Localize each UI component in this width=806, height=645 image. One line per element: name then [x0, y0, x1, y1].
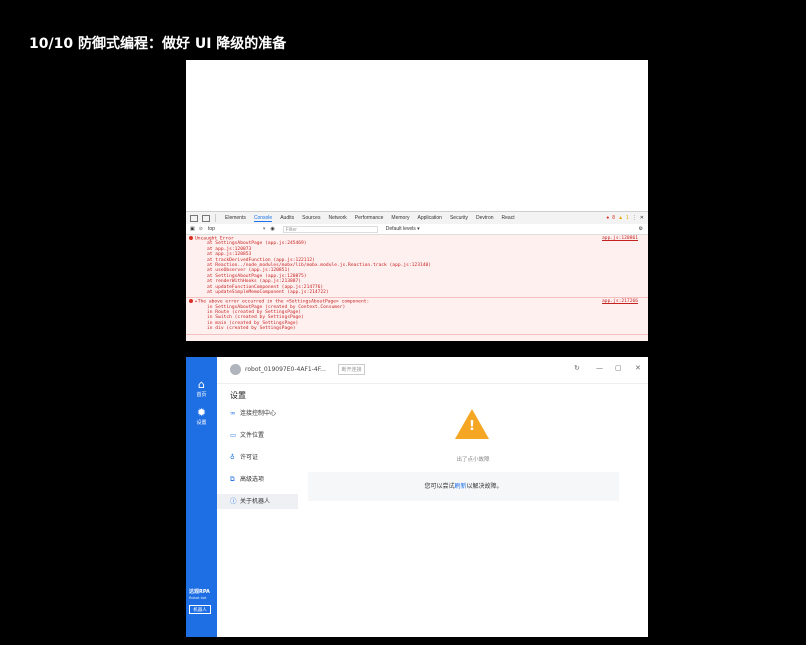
- tab-network[interactable]: Network: [328, 215, 346, 221]
- tab-elements[interactable]: Elements: [225, 215, 246, 221]
- hint-text: 您可以尝试: [424, 483, 455, 490]
- settings-gear-icon[interactable]: ⚙: [639, 226, 643, 232]
- robot-name: robot_019097E0-4AF1-4F...: [245, 366, 326, 373]
- refresh-link[interactable]: 刷新: [454, 483, 466, 490]
- device-toggle-icon[interactable]: [202, 214, 210, 222]
- hint-text: 以解决故障。: [466, 483, 503, 490]
- link-icon: ∞: [230, 409, 236, 417]
- blank-page-area: [186, 60, 648, 211]
- brand-name: 达观RPA: [189, 589, 210, 595]
- robot-avatar: [230, 364, 241, 375]
- tab-application[interactable]: Application: [417, 215, 441, 221]
- warning-icon: ▲: [618, 215, 624, 221]
- sidebar-item-settings[interactable]: ✹ 设置: [186, 406, 217, 427]
- clear-console-icon[interactable]: ⊘: [199, 226, 203, 232]
- tab-react[interactable]: React: [502, 215, 515, 221]
- error-caption: 出了点小故障: [456, 457, 490, 463]
- refresh-icon[interactable]: ↻: [574, 364, 580, 372]
- close-icon[interactable]: ✕: [640, 215, 644, 221]
- log-levels-select[interactable]: Default levels ▾: [386, 226, 420, 232]
- tab-memory[interactable]: Memory: [391, 215, 409, 221]
- menu-item-label: 文件位置: [240, 432, 265, 439]
- menu-item-label: 连接控制中心: [240, 410, 277, 417]
- inspect-icon[interactable]: [190, 214, 198, 222]
- menu-item-license[interactable]: ♁ 许可证: [217, 450, 298, 465]
- devtools-screenshot: Elements Console Audits Sources Network …: [186, 60, 648, 341]
- menu-item-control-center[interactable]: ∞ 连接控制中心: [217, 406, 298, 421]
- minimize-icon[interactable]: —: [596, 364, 603, 372]
- tab-devtron[interactable]: Devtron: [476, 215, 494, 221]
- brand-subtitle: Robot bot: [189, 596, 207, 600]
- home-icon: ⌂: [198, 378, 205, 391]
- menu-item-about-robot[interactable]: ⓘ 关于机器人: [217, 494, 298, 509]
- maximize-icon[interactable]: ▢: [615, 364, 622, 372]
- sidebar-item-label: 首页: [196, 392, 207, 398]
- slide-title: 10/10 防御式编程：做好 UI 降级的准备: [29, 36, 287, 52]
- close-icon[interactable]: ✕: [635, 364, 641, 372]
- more-icon[interactable]: ⋮: [632, 215, 637, 221]
- console-output: Uncaught Error at SettingsAboutPage (app…: [186, 235, 648, 341]
- error-fallback-content: ! 出了点小故障 您可以尝试刷新以解决故障。: [298, 384, 648, 637]
- error-icon: ●: [606, 215, 610, 221]
- key-icon: ♁: [230, 453, 235, 461]
- error-source-link[interactable]: app.js:120861: [602, 236, 638, 241]
- gear-icon: ✹: [196, 406, 207, 419]
- menu-item-label: 许可证: [240, 454, 259, 461]
- console-error-message: Uncaught Error at SettingsAboutPage (app…: [186, 235, 648, 299]
- error-count[interactable]: 8: [612, 215, 615, 221]
- disconnect-button[interactable]: 断开连接: [338, 364, 365, 375]
- settings-menu: 设置 ∞ 连接控制中心 ▭ 文件位置 ♁ 许可证 ⧉ 高级选项 ⓘ 关于机器人: [217, 384, 299, 637]
- folder-icon: ▭: [230, 431, 237, 439]
- robot-button[interactable]: 机器人: [189, 605, 211, 614]
- devtools-status: ● 8 ▲ 1 ⋮ ✕: [606, 212, 644, 224]
- eye-icon[interactable]: ◉: [270, 226, 274, 232]
- app-sidebar: ⌂ 首页 ✹ 设置 达观RPA Robot bot 机器人: [186, 357, 217, 637]
- error-icon: [189, 299, 193, 304]
- menu-item-file-location[interactable]: ▭ 文件位置: [217, 428, 298, 443]
- error-icon: [189, 236, 193, 240]
- brand-logo: 达观RPA Robot bot: [189, 589, 210, 601]
- menu-item-advanced[interactable]: ⧉ 高级选项: [217, 472, 298, 487]
- options-icon: ⧉: [230, 475, 235, 483]
- sidebar-item-label: 设置: [196, 420, 207, 426]
- error-hint: 您可以尝试刷新以解决故障。: [308, 472, 619, 501]
- tab-security[interactable]: Security: [450, 215, 468, 221]
- console-error-message: ▸The above error occurred in the <Settin…: [186, 298, 648, 335]
- menu-item-label: 关于机器人: [240, 498, 271, 505]
- console-filter-bar: ▣ ⊘ top ▾ ◉ Filter Default levels ▾ ⚙: [186, 224, 648, 235]
- sidebar-toggle-icon[interactable]: ▣: [190, 226, 195, 232]
- component-stack-line: in div (created by SettingsPage): [207, 326, 296, 332]
- tab-audits[interactable]: Audits: [280, 215, 294, 221]
- warning-count[interactable]: 1: [626, 215, 629, 221]
- context-select[interactable]: top: [208, 226, 215, 232]
- filter-input[interactable]: Filter: [282, 225, 378, 233]
- sidebar-item-home[interactable]: ⌂ 首页: [186, 378, 217, 399]
- tab-performance[interactable]: Performance: [355, 215, 384, 221]
- info-icon: ⓘ: [230, 497, 237, 505]
- stack-line[interactable]: at updateSimpleMemoComponent (app.js:214…: [189, 290, 645, 295]
- tab-sources[interactable]: Sources: [302, 215, 320, 221]
- app-screenshot: ⌂ 首页 ✹ 设置 达观RPA Robot bot 机器人 robot_0190…: [186, 357, 648, 637]
- divider: [215, 214, 216, 222]
- settings-title: 设置: [230, 391, 246, 400]
- error-source-link[interactable]: app.js:217266: [602, 299, 638, 304]
- exclamation-icon: !: [469, 419, 475, 434]
- app-titlebar: robot_019097E0-4AF1-4F... 断开连接 ↻ — ▢ ✕: [217, 357, 648, 384]
- devtools-tab-bar: Elements Console Audits Sources Network …: [186, 211, 648, 225]
- menu-item-label: 高级选项: [240, 476, 265, 483]
- tab-console[interactable]: Console: [253, 215, 273, 222]
- dropdown-arrow-icon[interactable]: ▾: [263, 226, 266, 232]
